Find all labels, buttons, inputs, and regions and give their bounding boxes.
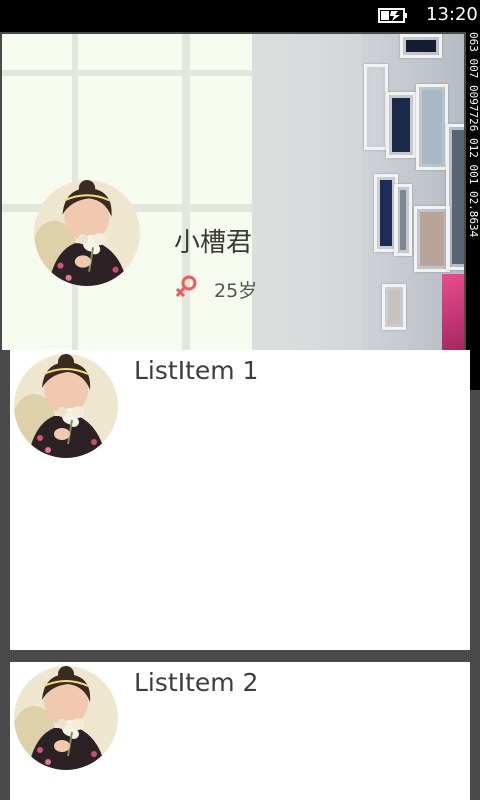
profile-header: 小槽君 25岁 [2,34,464,350]
list-item-avatar [14,666,118,770]
profile-avatar[interactable] [34,180,140,286]
battery-charging-icon [378,8,407,23]
clock: 13:20 [426,4,478,25]
list-item-title: ListItem 2 [134,668,259,697]
list-item-title: ListItem 1 [134,356,259,385]
status-bar: 13:20 [0,0,480,32]
list-item[interactable]: ListItem 1 [10,350,470,650]
list-item-avatar [14,354,118,458]
female-symbol-icon [175,275,197,298]
debug-frame-counter: 063 007 0097726 012 001 02.8634 [466,32,480,390]
list-item[interactable]: ListItem 2 [10,662,470,800]
user-age: 25岁 [214,280,258,302]
debug-counter-text: 063 007 0097726 012 001 02.8634 [467,32,480,238]
user-name: 小槽君 [174,228,253,258]
